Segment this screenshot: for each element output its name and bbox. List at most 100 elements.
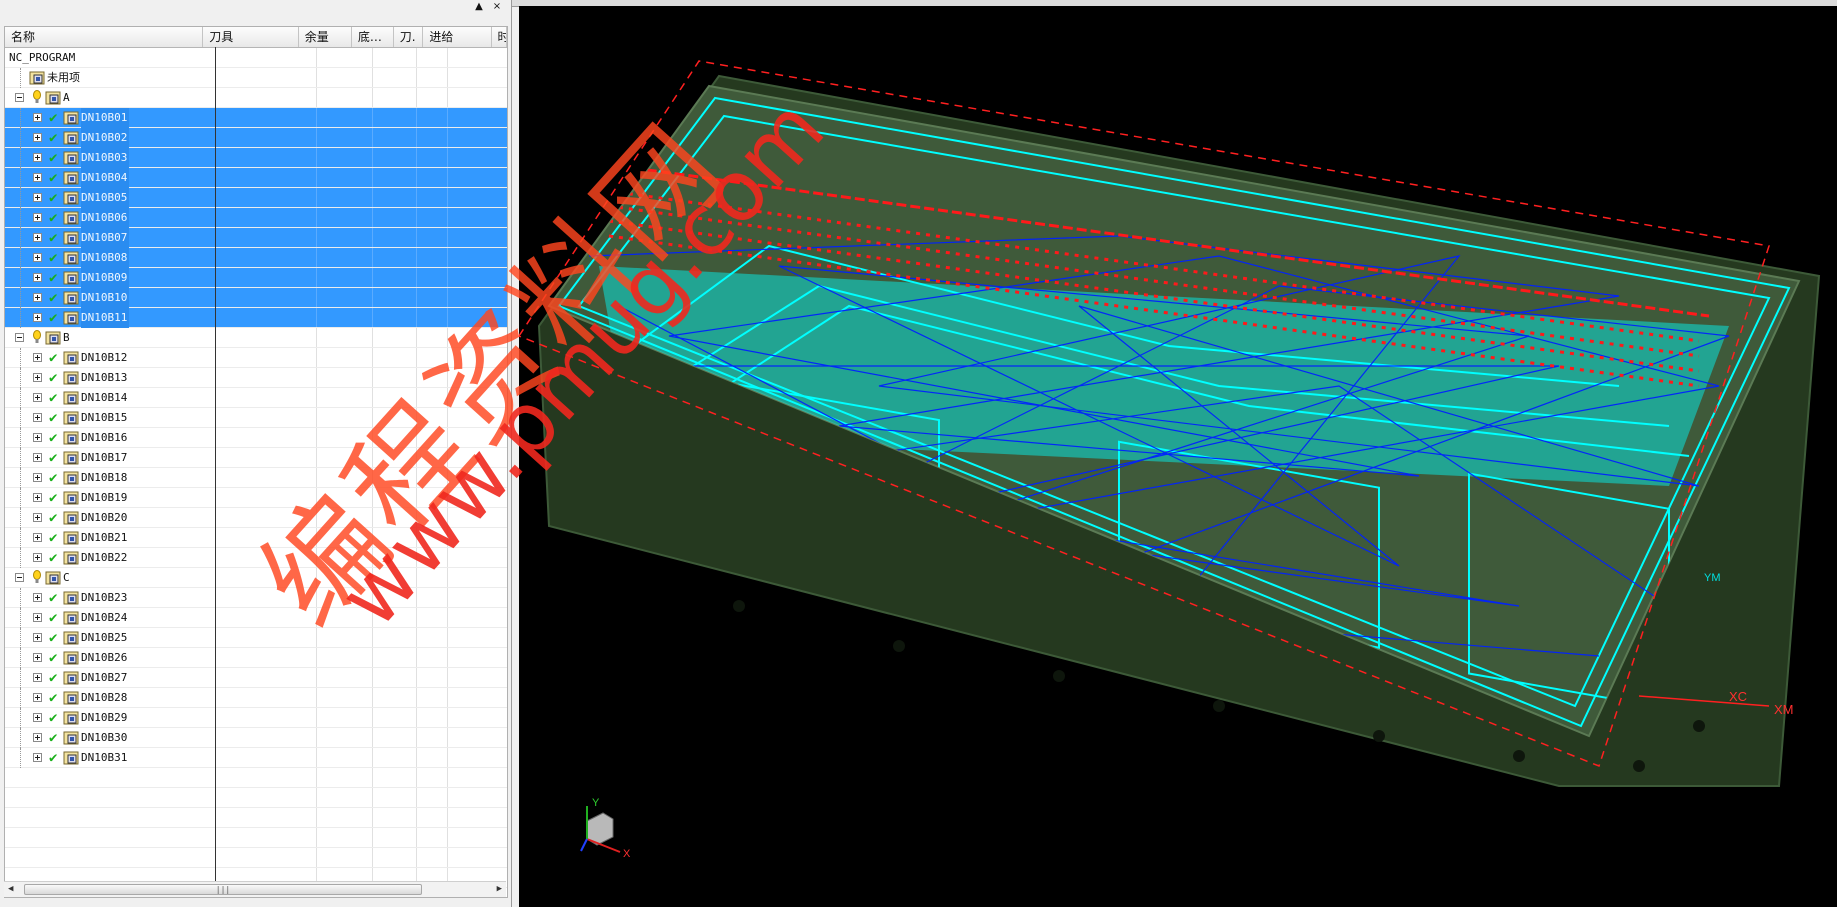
expand-toggle-icon[interactable] (33, 233, 42, 242)
expand-toggle-icon[interactable] (33, 273, 42, 282)
expand-toggle-icon[interactable] (33, 373, 42, 382)
tree-row-operation[interactable]: ✔DN10B2200 (5, 548, 507, 568)
program-group-icon (63, 171, 79, 185)
expand-toggle-icon[interactable] (33, 413, 42, 422)
program-group-icon (63, 451, 79, 465)
expand-toggle-icon[interactable] (33, 493, 42, 502)
tree-row-operation[interactable]: ✔DN10B1500 (5, 408, 507, 428)
tree-row-operation[interactable]: ✔DN10B1300 (5, 368, 507, 388)
tree-row-operation[interactable]: ✔DN10B2500 (5, 628, 507, 648)
operation-label: DN10B09 (81, 268, 130, 288)
column-header-stock[interactable]: 余量 (299, 27, 352, 47)
tree-row-program-group[interactable]: A00 (5, 88, 507, 108)
tree-row-operation[interactable]: ✔DN10B0300 (5, 148, 507, 168)
tree-row-operation[interactable]: ✔DN10B0800 (5, 248, 507, 268)
tree-row-operation[interactable]: ✔DN10B1100 (5, 308, 507, 328)
expand-toggle-icon[interactable] (33, 553, 42, 562)
tree-row-operation[interactable]: ✔DN10B1700 (5, 448, 507, 468)
column-gridline (372, 408, 373, 427)
horizontal-scrollbar[interactable]: ◀ ||| ▶ (4, 881, 506, 897)
column-gridline (416, 848, 417, 867)
column-header-floor-stock[interactable]: 底… (352, 27, 394, 47)
tree-row-operation[interactable]: ✔DN10B1000 (5, 288, 507, 308)
xm-axis-label: XM (1774, 702, 1794, 717)
tree-row-operation[interactable]: ✔DN10B1900 (5, 488, 507, 508)
tree-row-operation[interactable]: ✔DN10B2700 (5, 668, 507, 688)
expand-toggle-icon[interactable] (33, 753, 42, 762)
tree-row-operation[interactable]: ✔DN10B2400 (5, 608, 507, 628)
column-gridline (416, 468, 417, 487)
column-gridline (416, 328, 417, 347)
column-header-tool[interactable]: 刀具 (203, 27, 299, 47)
column-header-tool-number[interactable]: 刀. (394, 27, 424, 47)
expand-toggle-icon[interactable] (33, 613, 42, 622)
expand-toggle-icon[interactable] (33, 633, 42, 642)
expand-toggle-icon[interactable] (33, 673, 42, 682)
collapse-toggle-icon[interactable] (15, 333, 24, 342)
tree-row-operation[interactable]: ✔DN10B0700 (5, 228, 507, 248)
collapse-toggle-icon[interactable] (15, 573, 24, 582)
tree-row-operation[interactable]: ✔DN10B1400 (5, 388, 507, 408)
expand-toggle-icon[interactable] (33, 193, 42, 202)
status-check-icon: ✔ (49, 710, 58, 726)
tree-row-operation[interactable]: ✔DN10B2000 (5, 508, 507, 528)
tree-row-operation[interactable]: ✔DN10B0200 (5, 128, 507, 148)
tree-row-unused[interactable]: 未用项 (5, 68, 507, 88)
column-gridline (447, 788, 448, 807)
expand-toggle-icon[interactable] (33, 693, 42, 702)
tree-row-operation[interactable]: ✔DN10B2900 (5, 708, 507, 728)
expand-toggle-icon[interactable] (33, 253, 42, 262)
expand-toggle-icon[interactable] (33, 293, 42, 302)
column-gridline (416, 648, 417, 667)
tree-row-empty (5, 828, 507, 848)
column-splitter[interactable] (215, 47, 216, 887)
column-header-time[interactable]: 时 (492, 27, 507, 47)
tree-row-operation[interactable]: ✔DN10B2600 (5, 648, 507, 668)
expand-toggle-icon[interactable] (33, 393, 42, 402)
expand-toggle-icon[interactable] (33, 513, 42, 522)
expand-toggle-icon[interactable] (33, 213, 42, 222)
scroll-left-icon[interactable]: ◀ (8, 884, 13, 894)
scroll-right-icon[interactable]: ▶ (497, 884, 502, 894)
column-header-name[interactable]: 名称 (5, 27, 204, 47)
tree-row-operation[interactable]: ✔DN10B3100 (5, 748, 507, 768)
column-header-feed[interactable]: 进给 (423, 27, 492, 47)
graphics-viewport[interactable]: XC XM YM X Y (519, 6, 1837, 907)
expand-toggle-icon[interactable] (33, 593, 42, 602)
expand-toggle-icon[interactable] (33, 433, 42, 442)
tree-row-operation[interactable]: ✔DN10B0500 (5, 188, 507, 208)
expand-toggle-icon[interactable] (33, 533, 42, 542)
tree-row-operation[interactable]: ✔DN10B1600 (5, 428, 507, 448)
collapse-toggle-icon[interactable] (15, 93, 24, 102)
tree-row-root[interactable]: NC_PROGRAM00 (5, 48, 507, 68)
expand-toggle-icon[interactable] (33, 313, 42, 322)
tree-row-operation[interactable]: ✔DN10B0900 (5, 268, 507, 288)
tree-row-operation[interactable]: ✔DN10B0400 (5, 168, 507, 188)
tree-row-program-group[interactable]: B00 (5, 328, 507, 348)
expand-toggle-icon[interactable] (33, 153, 42, 162)
tree-row-operation[interactable]: ✔DN10B2800 (5, 688, 507, 708)
expand-toggle-icon[interactable] (33, 173, 42, 182)
view-triad[interactable]: X Y (580, 797, 631, 860)
expand-toggle-icon[interactable] (33, 453, 42, 462)
column-gridline (447, 848, 448, 867)
expand-toggle-icon[interactable] (33, 113, 42, 122)
expand-toggle-icon[interactable] (33, 473, 42, 482)
column-gridline (447, 208, 448, 227)
tree-row-operation[interactable]: ✔DN10B1800 (5, 468, 507, 488)
expand-toggle-icon[interactable] (33, 713, 42, 722)
tree-row-operation[interactable]: ✔DN10B3000 (5, 728, 507, 748)
tree-row-operation[interactable]: ✔DN10B1200 (5, 348, 507, 368)
close-icon[interactable]: × (491, 1, 503, 13)
expand-toggle-icon[interactable] (33, 653, 42, 662)
expand-toggle-icon[interactable] (33, 133, 42, 142)
scrollbar-thumb[interactable]: ||| (24, 884, 422, 895)
expand-toggle-icon[interactable] (33, 353, 42, 362)
tree-row-operation[interactable]: ✔DN10B2100 (5, 528, 507, 548)
tree-row-program-group[interactable]: C00 (5, 568, 507, 588)
tree-row-operation[interactable]: ✔DN10B2300 (5, 588, 507, 608)
tree-row-operation[interactable]: ✔DN10B0600 (5, 208, 507, 228)
pin-icon[interactable]: ▲ (473, 1, 485, 13)
tree-row-operation[interactable]: ✔DN10B0100 (5, 108, 507, 128)
expand-toggle-icon[interactable] (33, 733, 42, 742)
